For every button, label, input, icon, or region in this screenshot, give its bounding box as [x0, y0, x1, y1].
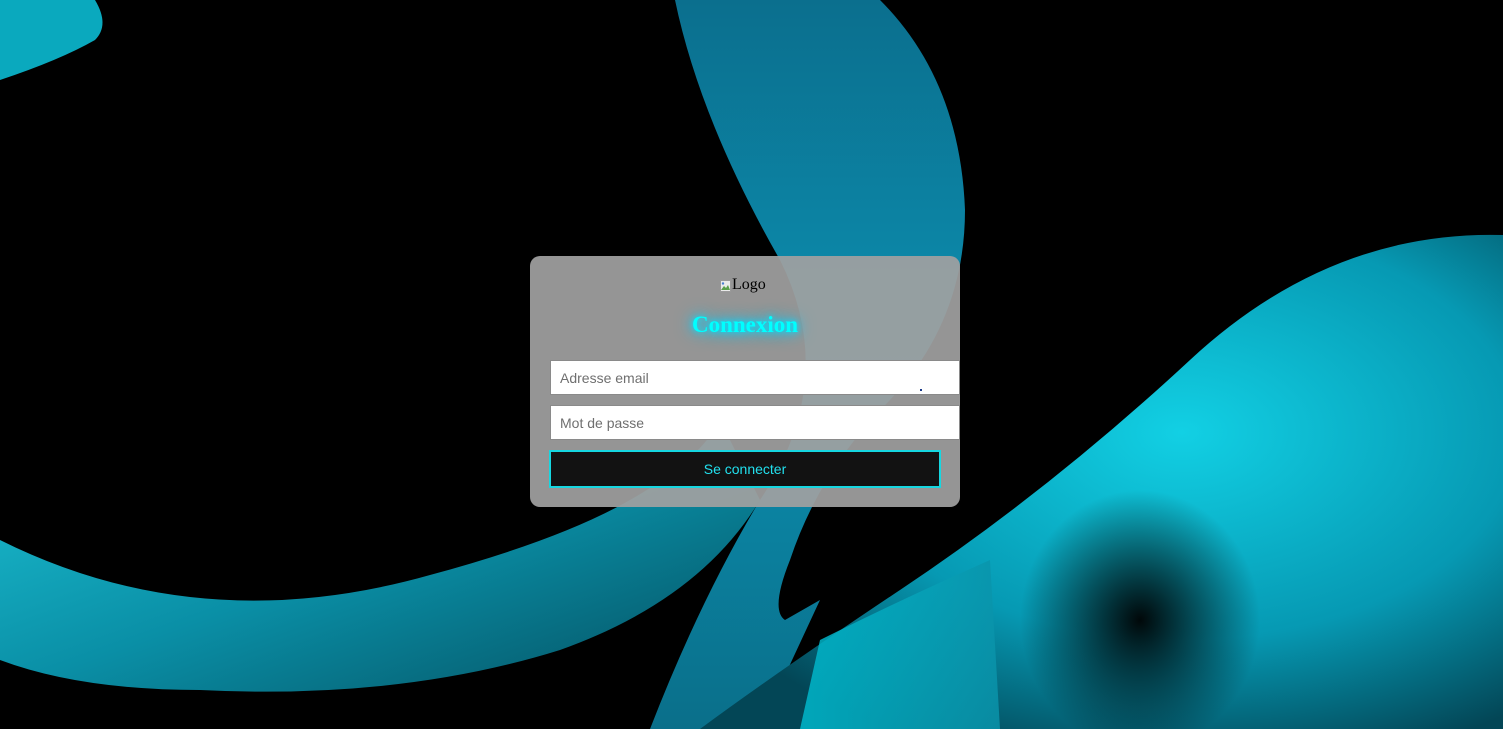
broken-image-icon — [720, 279, 731, 292]
password-field[interactable] — [550, 405, 960, 440]
input-dot-marker — [920, 389, 922, 391]
page-title: Connexion — [691, 312, 799, 337]
email-field[interactable] — [550, 360, 960, 395]
logo-alt-text: Logo — [732, 276, 766, 293]
login-card: Logo Connexion Se connecter — [530, 256, 960, 507]
login-button[interactable]: Se connecter — [549, 450, 941, 488]
logo: Logo — [720, 275, 780, 295]
